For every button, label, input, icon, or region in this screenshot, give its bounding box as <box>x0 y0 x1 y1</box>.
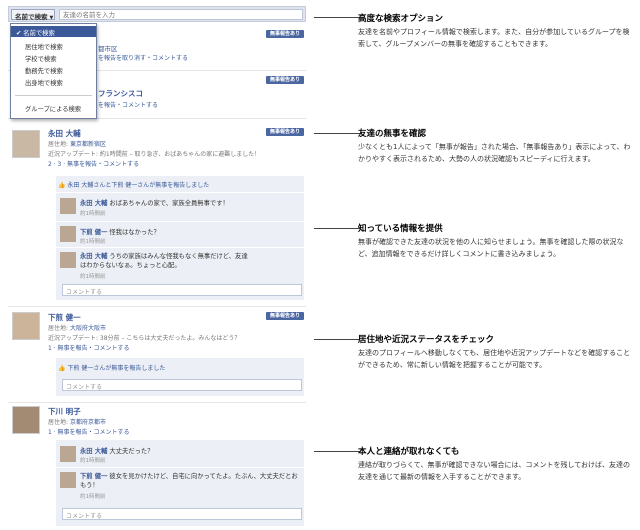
comment-text: 彼女を見かけたけど、自宅に向かってたよ。たぶん、大丈夫だとおもう！ <box>80 473 298 489</box>
dropdown-item-hometown[interactable]: 出身地で検索 <box>11 76 96 87</box>
residence-label: 居住地: <box>48 141 69 148</box>
comment-text: 怪我はなかった？ <box>109 229 160 236</box>
comment-time: 約1時間前 <box>80 211 106 217</box>
safe-report-badge: 無事報告あり <box>266 30 304 38</box>
comment-avatar[interactable] <box>60 198 76 214</box>
feature-title: 居住地や近況ステータスをチェック <box>358 335 495 345</box>
search-mode-select[interactable]: 名前で検索 ▼ <box>11 9 55 21</box>
search-panel: 名前で検索▼ 無事報告あり 都市区 を報告を取り消す・コメントする 無事報告あり… <box>8 6 306 526</box>
dropdown-divider <box>15 95 92 96</box>
status-update: 近況アップデート: 38分前 – こちらは大丈夫だったよ。みんなはどう？ <box>48 335 241 342</box>
comment-author[interactable]: 永田 大輔 <box>80 448 107 455</box>
callout-line <box>314 451 360 452</box>
comment-avatar[interactable] <box>60 446 76 462</box>
comment-time: 約1時間前 <box>80 274 106 280</box>
safe-report-text: 永田 大輔さんと下煎 健一さんが無事を報告しました <box>67 182 210 189</box>
residence-link[interactable]: 大阪府大阪市 <box>70 325 106 332</box>
avatar[interactable] <box>12 130 40 158</box>
comment-time: 約1時間前 <box>80 458 106 464</box>
feature-title: 知っている情報を提供 <box>358 224 443 234</box>
comment-time: 約1時間前 <box>80 239 106 245</box>
search-mode-dropdown: ✔ 名前で検索 居住地で検索 学校で検索 勤務先で検索 出身地で検索 グループに… <box>10 23 97 119</box>
safe-report-badge: 無事報告あり <box>266 128 304 136</box>
thumbs-up-icon: 👍 <box>58 365 66 372</box>
comment-avatar[interactable] <box>60 252 76 268</box>
dropdown-item-name[interactable]: ✔ 名前で検索 <box>11 26 96 37</box>
residence-label: 居住地: <box>48 419 69 426</box>
comment-author[interactable]: 下煎 健一 <box>80 229 107 236</box>
divider <box>8 402 306 403</box>
entry-actions[interactable]: 2 · 3 · 無事を報告・コメントする <box>48 159 139 168</box>
comment-divider <box>56 467 304 468</box>
search-input[interactable] <box>59 9 303 20</box>
comment-divider <box>56 221 304 222</box>
comment-divider <box>56 192 304 193</box>
callout-line <box>314 133 360 134</box>
entry-name[interactable]: 下川 明子 <box>48 406 81 417</box>
callout-line <box>314 339 360 340</box>
feature-body: 友達のプロフィールへ移動しなくても、居住地や近況アップデートなどを確認することが… <box>358 349 631 369</box>
entry-name[interactable]: 永田 大輔 <box>48 128 81 139</box>
feature-title: 友達の無事を確認 <box>358 129 427 139</box>
feature-body: 無事が確認できた友達の状況を他の人に知らせましょう。無事を確認した際の状況など、… <box>358 238 624 258</box>
comment-time: 約1時間前 <box>80 494 106 500</box>
entry-name[interactable]: フランシスコ <box>98 88 143 99</box>
comment-input[interactable]: コメントする <box>62 284 302 296</box>
safe-report-summary: 👍 下煎 健一さんが無事を報告しました <box>58 363 165 372</box>
dropdown-item-group[interactable]: グループによる検索 <box>11 102 96 113</box>
search-bar: 名前で検索 ▼ <box>8 6 306 22</box>
entry-residence: 都市区 <box>98 45 118 53</box>
comment-input[interactable]: コメントする <box>62 508 302 520</box>
avatar[interactable] <box>12 312 40 340</box>
comment-author[interactable]: 永田 大輔 <box>80 200 107 207</box>
entry-name[interactable]: 下煎 健一 <box>48 312 81 323</box>
callout-line <box>314 228 360 229</box>
feature-annotations: 高度な検索オプション 友達を名前やプロフィール情報で検索します。また、自分が参加… <box>314 0 640 530</box>
comment-divider <box>56 247 304 248</box>
feature-body: 少なくとも1人によって「無事が報告」された場合、「無事報告あり」表示によって、わ… <box>358 143 631 163</box>
feature-title: 本人と連絡が取れなくても <box>358 447 460 457</box>
dropdown-item-school[interactable]: 学校で検索 <box>11 52 96 63</box>
search-mode-label: 名前で検索 <box>15 13 48 21</box>
entry-actions[interactable]: を報告・コメントする <box>98 100 158 109</box>
safe-report-badge: 無事報告あり <box>266 312 304 320</box>
residence-link[interactable]: 京都府京都市 <box>70 419 106 426</box>
residence-label: 居住地: <box>48 325 69 332</box>
dropdown-item-work[interactable]: 勤務先で検索 <box>11 64 96 75</box>
comment-input[interactable]: コメントする <box>62 379 302 391</box>
avatar[interactable] <box>12 406 40 434</box>
callout-line <box>314 17 360 18</box>
status-update: 近況アップデート: 約1時間前 – 取り急ぎ、おばあちゃんの家に避難しました！ <box>48 151 261 158</box>
residence-link[interactable]: 東京都新宿区 <box>70 141 106 148</box>
comment-avatar[interactable] <box>60 226 76 242</box>
entry-actions[interactable]: 1 · 無事を報告・コメントする <box>48 343 130 352</box>
feature-body: 友達を名前やプロフィール情報で検索します。また、自分が参加しているグループを検索… <box>358 28 630 48</box>
comment-text: おばあちゃんの家で、家族全員無事です！ <box>109 200 229 207</box>
comment-text: 大丈夫だった？ <box>109 448 154 455</box>
entry-actions[interactable]: 1 · 無事を報告・コメントする <box>48 427 130 436</box>
safe-report-text: 下煎 健一さんが無事を報告しました <box>67 365 166 372</box>
feature-body: 連絡が取りづらくて、無事が確認できない場合には、コメントを残しておけば、友達の友… <box>358 461 631 481</box>
comment-avatar[interactable] <box>60 472 76 488</box>
chevron-down-icon: ▼ <box>49 15 54 21</box>
thumbs-up-icon: 👍 <box>58 182 66 189</box>
dropdown-item-residence[interactable]: 居住地で検索 <box>11 40 96 51</box>
feature-title: 高度な検索オプション <box>358 14 444 24</box>
entry-actions[interactable]: を報告を取り消す・コメントする <box>98 53 188 62</box>
comment-author[interactable]: 下煎 健一 <box>80 473 107 480</box>
comment-author[interactable]: 永田 大輔 <box>80 253 107 260</box>
divider <box>8 306 306 307</box>
safe-report-summary: 👍 永田 大輔さんと下煎 健一さんが無事を報告しました <box>58 180 209 189</box>
safe-report-badge: 無事報告あり <box>266 76 304 84</box>
